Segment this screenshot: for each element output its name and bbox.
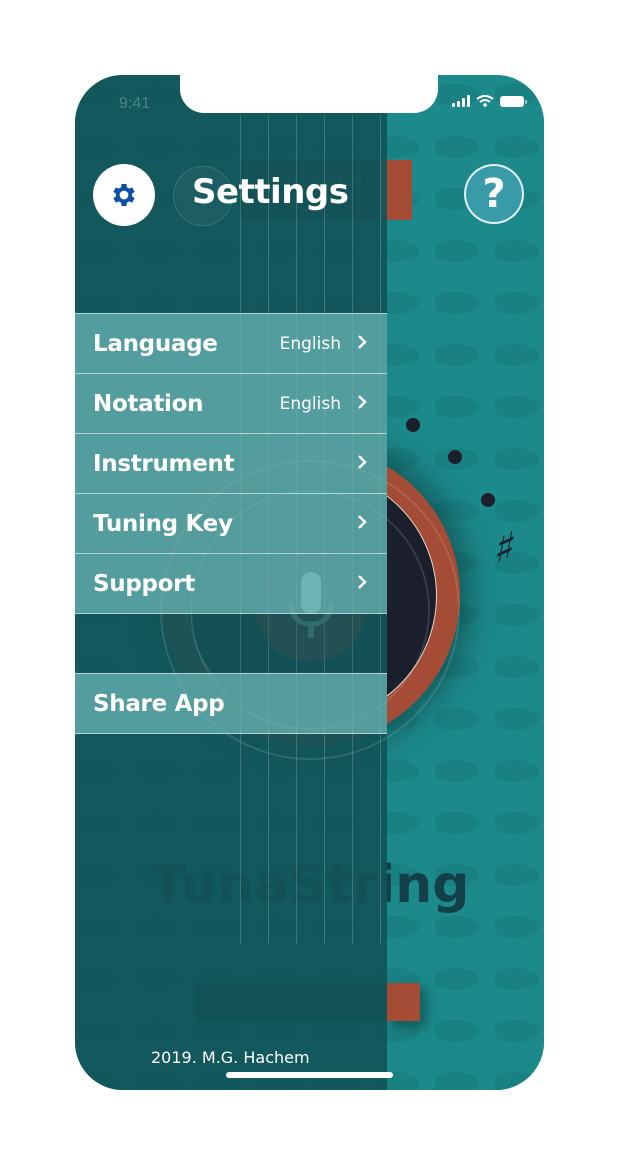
battery-icon xyxy=(500,95,527,107)
menu-item-share-app[interactable]: Share App xyxy=(75,673,387,734)
menu-item-notation[interactable]: Notation English xyxy=(75,373,387,433)
note-dot xyxy=(406,418,420,432)
home-indicator[interactable] xyxy=(226,1072,393,1078)
note-dot xyxy=(448,450,462,464)
phone-screen: Standard ♯ TunaString Settings xyxy=(75,75,544,1090)
menu-item-label: Language xyxy=(93,330,218,357)
help-button[interactable]: ? xyxy=(464,164,524,224)
menu-item-value: English xyxy=(279,393,341,414)
settings-button[interactable] xyxy=(93,164,155,226)
menu-item-label: Support xyxy=(93,570,195,597)
status-time: 9:41 xyxy=(119,95,151,112)
chevron-right-icon xyxy=(358,515,367,529)
menu-item-label: Notation xyxy=(93,390,204,417)
menu-item-instrument[interactable]: Instrument xyxy=(75,433,387,493)
menu-item-label: Tuning Key xyxy=(93,510,233,537)
chevron-right-icon xyxy=(358,455,367,469)
help-icon: ? xyxy=(482,171,506,217)
wifi-icon xyxy=(476,95,494,107)
menu-item-language[interactable]: Language English xyxy=(75,313,387,373)
chevron-right-icon xyxy=(358,395,367,409)
menu-item-label: Share App xyxy=(93,690,225,717)
page-title: Settings xyxy=(192,172,349,212)
settings-menu: Language English Notation English Instru… xyxy=(75,313,387,734)
menu-item-support[interactable]: Support xyxy=(75,553,387,614)
menu-spacer xyxy=(75,614,387,673)
signal-icon xyxy=(452,95,470,107)
device-notch xyxy=(180,73,438,113)
credit-text: 2019. M.G. Hachem xyxy=(151,1048,310,1067)
status-bar: 9:41 xyxy=(75,73,544,135)
gear-icon xyxy=(113,184,135,206)
chevron-right-icon xyxy=(358,335,367,349)
chevron-right-icon xyxy=(358,575,367,589)
note-dot xyxy=(481,493,495,507)
menu-item-label: Instrument xyxy=(93,450,235,477)
guitar-bridge-end xyxy=(387,983,420,1021)
menu-item-tuning-key[interactable]: Tuning Key xyxy=(75,493,387,553)
header: Settings ? xyxy=(75,160,544,230)
menu-item-value: English xyxy=(279,333,341,354)
status-icons xyxy=(452,95,527,107)
